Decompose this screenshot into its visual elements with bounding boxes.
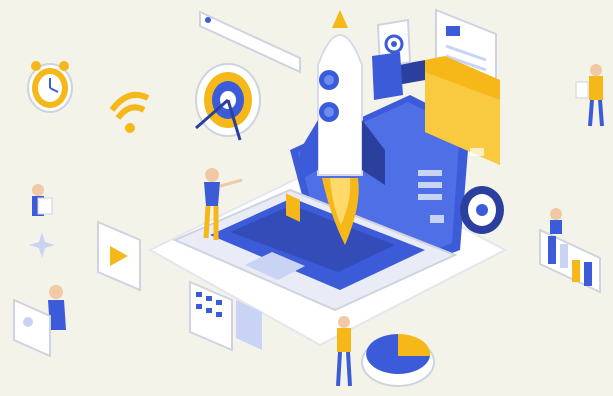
person-icon bbox=[32, 184, 53, 216]
bar-chart-icon bbox=[539, 208, 601, 294]
pie-chart-icon bbox=[361, 333, 435, 387]
gear-icon bbox=[372, 18, 412, 100]
target-icon bbox=[195, 63, 261, 141]
alarm-clock-icon bbox=[27, 61, 73, 113]
sparkle-icon bbox=[29, 232, 55, 258]
isometric-illustration bbox=[13, 8, 604, 387]
video-play-icon bbox=[97, 220, 141, 292]
person-with-laptop-icon bbox=[13, 285, 66, 358]
wifi-icon bbox=[109, 92, 150, 133]
badge-icon bbox=[460, 186, 504, 234]
person-top-right-icon bbox=[575, 64, 604, 127]
illustration-scene bbox=[0, 0, 613, 396]
